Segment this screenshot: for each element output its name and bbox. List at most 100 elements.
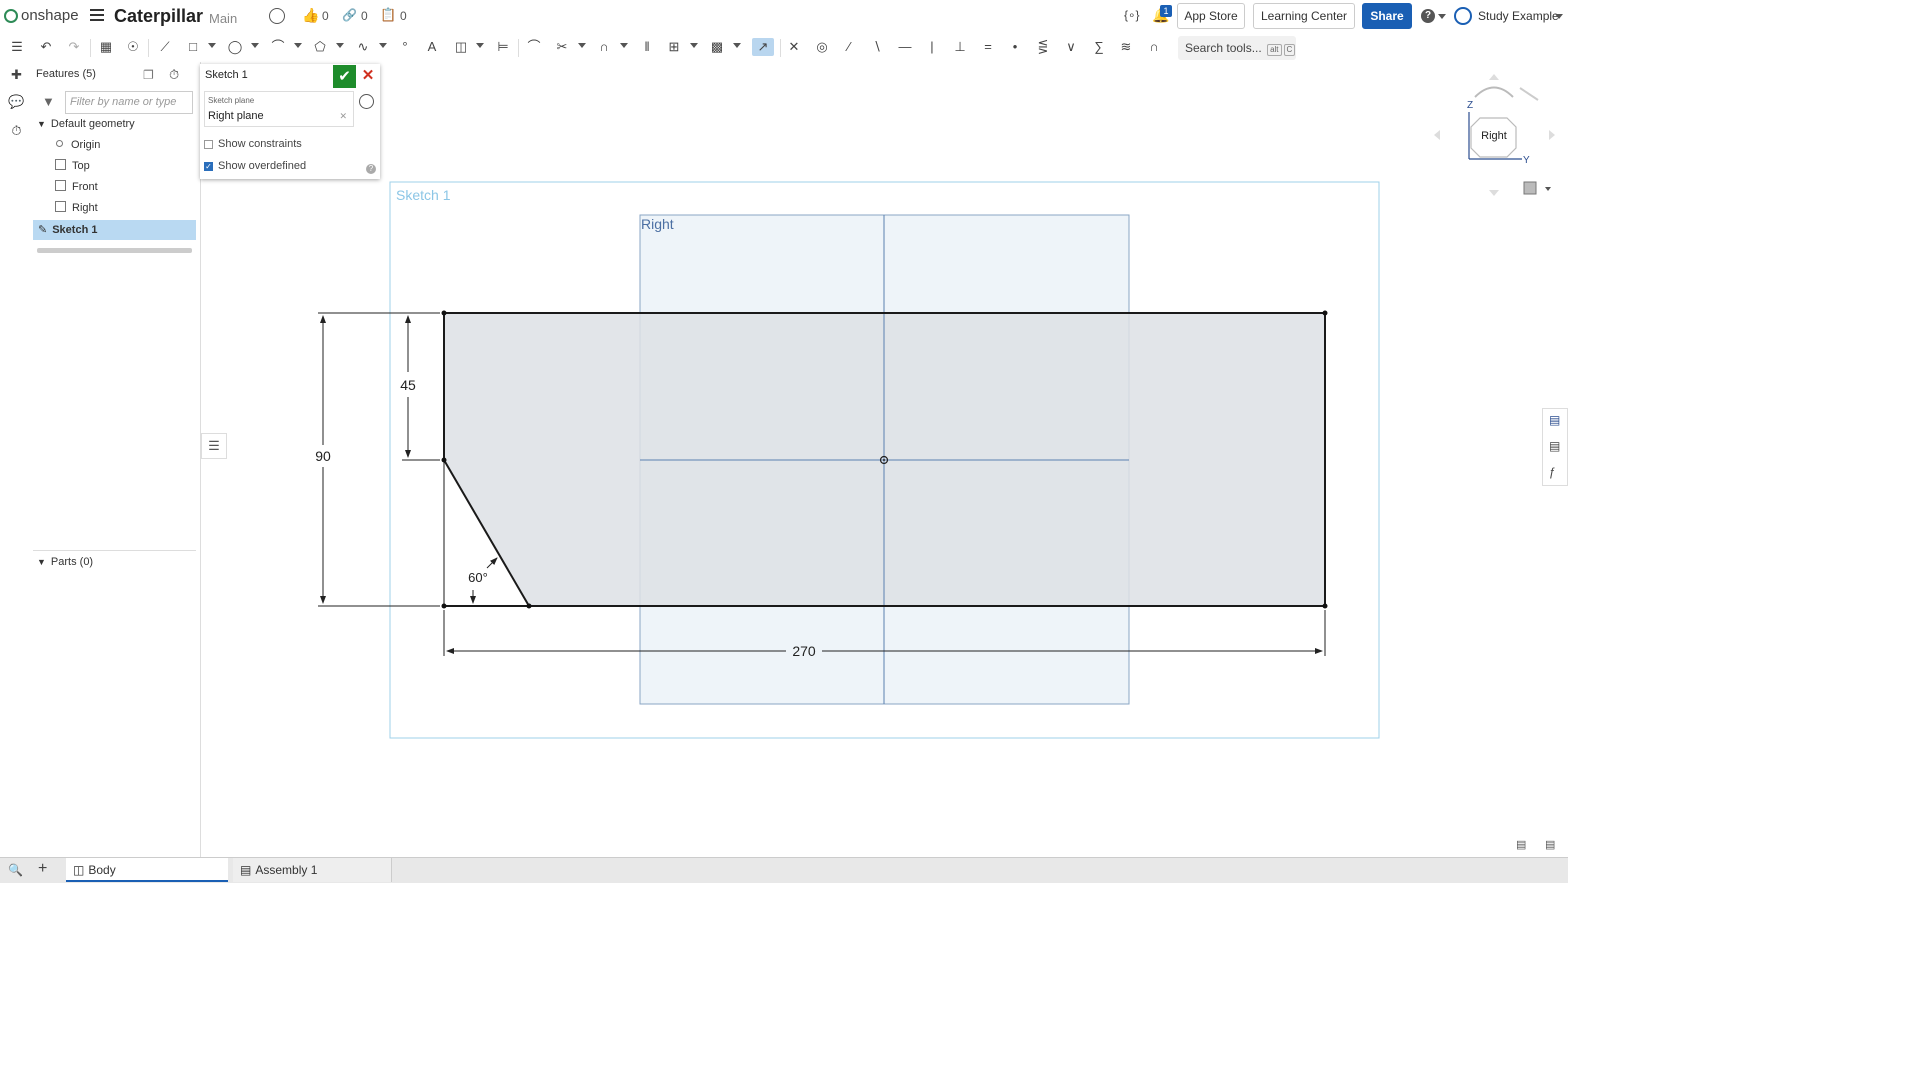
dxf-import-icon[interactable]: ▩ bbox=[708, 38, 726, 56]
offset-chevron-down-icon[interactable] bbox=[620, 43, 628, 48]
workspace-branch[interactable]: Main bbox=[209, 11, 237, 26]
angle-dimension-value[interactable]: 60° bbox=[468, 570, 488, 585]
dimension-90-value[interactable]: 90 bbox=[315, 448, 331, 464]
like-icon[interactable]: 👍 bbox=[302, 7, 319, 24]
coincident-constraint-icon[interactable]: ✕ bbox=[785, 38, 803, 56]
help-icon[interactable]: ? bbox=[366, 164, 376, 174]
view-rotate-arrow[interactable] bbox=[1519, 87, 1539, 101]
midpoint-constraint-icon[interactable]: • bbox=[1006, 38, 1024, 56]
menu-icon[interactable] bbox=[90, 9, 104, 22]
sketch-1-entry[interactable]: ✎ Sketch 1 bbox=[38, 220, 97, 240]
view-rotate-arc[interactable] bbox=[1474, 86, 1514, 98]
rollback-timer-icon[interactable]: ⏱ bbox=[169, 67, 179, 83]
pierce-constraint-icon[interactable]: ∨ bbox=[1062, 38, 1080, 56]
history-icon[interactable]: ⏱ bbox=[8, 123, 25, 140]
show-constraints-checkbox[interactable]: Show constraints bbox=[204, 138, 302, 150]
sketch-list-toggle-icon[interactable]: ☰ bbox=[201, 433, 227, 459]
user-name[interactable]: Study Example bbox=[1478, 9, 1559, 23]
sketch-icon[interactable]: ▦ bbox=[97, 38, 115, 56]
perpendicular-constraint-icon[interactable]: ⊥ bbox=[951, 38, 969, 56]
clear-plane-icon[interactable]: ✕ bbox=[339, 111, 347, 122]
tree-item-right[interactable]: Right bbox=[55, 198, 98, 218]
arc-chevron-down-icon[interactable] bbox=[294, 43, 302, 48]
comments-icon[interactable]: 💬 bbox=[8, 94, 25, 111]
rectangle-tool-icon[interactable]: □ bbox=[184, 38, 202, 56]
vertex[interactable] bbox=[526, 603, 532, 609]
spline-tool-icon[interactable]: ∿ bbox=[354, 38, 372, 56]
search-tools-input[interactable]: Search tools... alt C bbox=[1178, 36, 1296, 60]
mirror-tool-icon[interactable]: ‖ bbox=[638, 38, 656, 56]
symmetric-constraint-icon[interactable]: ∑ bbox=[1090, 38, 1108, 56]
parts-folder[interactable]: ▼ Parts (0) bbox=[37, 552, 93, 572]
learning-center-button[interactable]: Learning Center bbox=[1253, 3, 1355, 29]
tangent-constraint-icon[interactable]: ∖ bbox=[868, 38, 886, 56]
accept-button[interactable]: ✔ bbox=[333, 65, 356, 88]
vertex[interactable] bbox=[441, 603, 447, 609]
help-chevron-down-icon[interactable] bbox=[1438, 14, 1446, 19]
construction-tool-icon[interactable]: ◫ bbox=[452, 38, 470, 56]
vertex[interactable] bbox=[1322, 310, 1328, 316]
pattern-chevron-down-icon[interactable] bbox=[690, 43, 698, 48]
fillet-tool-icon[interactable]: ⌒ bbox=[525, 38, 543, 56]
horizontal-constraint-icon[interactable]: — bbox=[896, 38, 914, 56]
view-mode-cube-icon[interactable] bbox=[1523, 181, 1537, 195]
copy-icon[interactable]: 📋 bbox=[380, 7, 396, 23]
variables-panel-icon[interactable]: ƒ bbox=[1549, 465, 1556, 479]
trim-chevron-down-icon[interactable] bbox=[578, 43, 586, 48]
checkbox-unchecked-icon[interactable] bbox=[204, 139, 213, 149]
add-tab-icon[interactable]: + bbox=[38, 860, 47, 878]
user-chevron-down-icon[interactable] bbox=[1555, 14, 1563, 19]
spline-chevron-down-icon[interactable] bbox=[379, 43, 387, 48]
view-down-arrow-icon[interactable] bbox=[1489, 190, 1499, 196]
vertex[interactable] bbox=[441, 457, 447, 463]
dxf-chevron-down-icon[interactable] bbox=[733, 43, 741, 48]
sketch-plane-field[interactable]: Sketch plane Right plane ✕ bbox=[204, 91, 354, 127]
app-store-button[interactable]: App Store bbox=[1177, 3, 1245, 29]
pattern-tool-icon[interactable]: ⊞ bbox=[665, 38, 683, 56]
dimension-45-value[interactable]: 45 bbox=[400, 377, 416, 393]
globe-icon[interactable] bbox=[269, 8, 285, 24]
curvature-constraint-icon[interactable]: ∩ bbox=[1145, 38, 1163, 56]
checkbox-checked-icon[interactable]: ✓ bbox=[204, 161, 213, 171]
chevron-down-icon[interactable]: ▼ bbox=[37, 114, 46, 134]
vertex[interactable] bbox=[441, 310, 447, 316]
view-left-arrow-icon[interactable] bbox=[1434, 130, 1440, 140]
redo-icon[interactable]: ↷ bbox=[65, 38, 83, 56]
feature-list-icon[interactable]: ☰ bbox=[8, 38, 26, 56]
tab-assembly[interactable]: ▤ Assembly 1 bbox=[233, 858, 392, 882]
equal-constraint-icon[interactable]: = bbox=[979, 38, 997, 56]
construction-chevron-down-icon[interactable] bbox=[476, 43, 484, 48]
onshape-logo[interactable]: onshape bbox=[4, 7, 79, 24]
concentric-constraint-icon[interactable]: ◎ bbox=[813, 38, 831, 56]
tab-manager-icon[interactable]: 🔍 bbox=[8, 863, 23, 877]
fix-constraint-icon[interactable]: ≋ bbox=[1117, 38, 1135, 56]
view-mode-chevron-down-icon[interactable] bbox=[1545, 187, 1551, 191]
rectangle-chevron-down-icon[interactable] bbox=[208, 43, 216, 48]
circle-chevron-down-icon[interactable] bbox=[251, 43, 259, 48]
user-avatar[interactable] bbox=[1454, 7, 1472, 25]
circle-tool-icon[interactable]: ◯ bbox=[226, 38, 244, 56]
view-up-arrow-icon[interactable] bbox=[1489, 74, 1499, 80]
arc-tool-icon[interactable]: ⌒ bbox=[269, 38, 287, 56]
dimension-270-value[interactable]: 270 bbox=[792, 643, 816, 659]
feature-list-scrollbar[interactable] bbox=[37, 248, 192, 253]
normal-constraint-icon[interactable]: ⋚ bbox=[1034, 38, 1052, 56]
orient-icon[interactable]: ☉ bbox=[124, 38, 142, 56]
insert-feature-icon[interactable]: ✚ bbox=[8, 67, 25, 84]
polygon-tool-icon[interactable]: ⬠ bbox=[311, 38, 329, 56]
variables-icon[interactable]: {∘} bbox=[1124, 8, 1140, 22]
sketch-dialog-title[interactable]: Sketch 1 bbox=[205, 69, 248, 81]
collapse-panel-icon[interactable]: ❐ bbox=[143, 68, 154, 82]
configurations-panel-icon[interactable]: ▤ bbox=[1549, 439, 1560, 453]
tree-item-origin[interactable]: Origin bbox=[56, 135, 100, 155]
share-button[interactable]: Share bbox=[1362, 3, 1412, 29]
dimension-tool-icon[interactable]: ↗ bbox=[752, 38, 774, 56]
cancel-button[interactable]: ✕ bbox=[360, 66, 376, 86]
default-geometry-folder[interactable]: ▼ Default geometry bbox=[37, 114, 135, 134]
line-tool-icon[interactable]: ⟋ bbox=[156, 38, 174, 56]
midpoint-line-icon[interactable]: ⊨ bbox=[494, 38, 512, 56]
help-icon[interactable]: ? bbox=[1421, 9, 1435, 23]
offset-tool-icon[interactable]: ∩ bbox=[595, 38, 613, 56]
trim-tool-icon[interactable]: ✂ bbox=[553, 38, 571, 56]
appearance-panel-icon[interactable]: ▤ bbox=[1549, 413, 1560, 427]
